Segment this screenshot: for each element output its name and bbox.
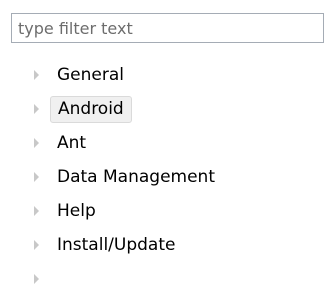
- expand-icon[interactable]: [34, 70, 39, 80]
- tree-item-label[interactable]: [50, 266, 64, 287]
- filter-input[interactable]: [12, 14, 323, 42]
- tree-item-ant[interactable]: Ant: [0, 126, 335, 160]
- tree-item-general[interactable]: General: [0, 58, 335, 92]
- expand-icon[interactable]: [34, 138, 39, 148]
- preferences-tree: General Android Ant Data Management Help…: [0, 58, 335, 287]
- tree-item-label[interactable]: Ant: [50, 130, 93, 157]
- expand-icon[interactable]: [34, 206, 39, 216]
- expand-icon[interactable]: [34, 274, 39, 284]
- filter-box[interactable]: [11, 13, 324, 43]
- tree-item-label[interactable]: Data Management: [50, 164, 222, 191]
- expand-icon[interactable]: [34, 172, 39, 182]
- tree-item-partial[interactable]: [0, 262, 335, 287]
- expand-icon[interactable]: [34, 104, 39, 114]
- tree-item-help[interactable]: Help: [0, 194, 335, 228]
- tree-item-label[interactable]: General: [50, 62, 131, 89]
- tree-item-label[interactable]: Help: [50, 198, 103, 225]
- tree-item-install-update[interactable]: Install/Update: [0, 228, 335, 262]
- tree-item-android[interactable]: Android: [0, 92, 335, 126]
- expand-icon[interactable]: [34, 240, 39, 250]
- tree-item-data-management[interactable]: Data Management: [0, 160, 335, 194]
- tree-item-label[interactable]: Android: [50, 96, 132, 123]
- tree-item-label[interactable]: Install/Update: [50, 232, 182, 259]
